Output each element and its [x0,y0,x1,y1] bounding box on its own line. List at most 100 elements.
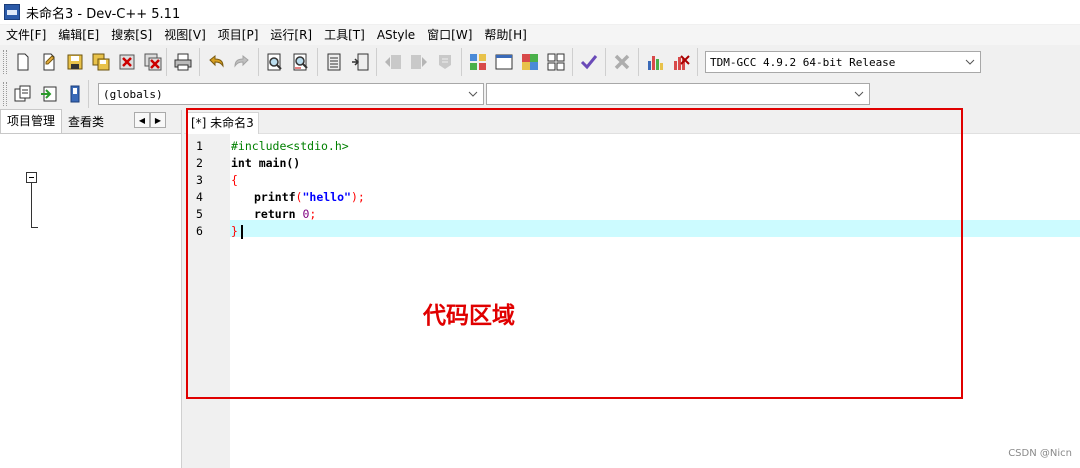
compile-icon [470,54,486,70]
tab-scroll-buttons: ◀ ▶ [134,112,166,128]
fold-toggle-icon[interactable] [26,172,37,183]
add-to-project-button[interactable] [37,82,61,106]
stop-execution-button[interactable] [610,50,634,74]
menu-project[interactable]: 项目[P] [212,25,265,45]
unindent-icon [411,55,427,69]
run-button[interactable] [492,50,516,74]
menu-tools[interactable]: 工具[T] [318,25,371,45]
goto-function-icon [352,53,369,71]
new-file-button[interactable] [11,50,35,74]
run-icon [495,54,513,70]
toggle-comment-button[interactable] [433,50,457,74]
project-panel: 项目管理 查看类 ◀ ▶ [0,109,182,468]
code-area-highlight-box [186,108,963,399]
scope-select[interactable]: (globals) [98,83,484,105]
window-title: 未命名3 - Dev-C++ 5.11 [26,6,181,22]
tab-scroll-left-button[interactable]: ◀ [134,112,150,128]
menu-help[interactable]: 帮助[H] [478,25,532,45]
save-button[interactable] [63,50,87,74]
save-all-button[interactable] [89,50,113,74]
toolbar-separator [199,48,258,76]
toolbar-separator [258,48,317,76]
menu-bar: 文件[F] 编辑[E] 搜索[S] 视图[V] 项目[P] 运行[R] 工具[T… [0,25,1080,45]
project-icon [14,85,31,102]
compile-button[interactable] [466,50,490,74]
menu-view[interactable]: 视图[V] [158,25,212,45]
checkmark-icon [580,55,598,70]
add-to-project-icon [41,86,57,102]
tab-scroll-right-button[interactable]: ▶ [150,112,166,128]
open-file-button[interactable] [37,50,61,74]
toolbar-separator [461,48,572,76]
toolbar-separator: TDM-GCC 4.9.2 64-bit Release [697,48,984,76]
menu-search[interactable]: 搜索[S] [105,25,158,45]
save-icon [67,54,83,70]
goto-line-icon [327,53,341,71]
close-file-button[interactable] [115,50,139,74]
chevron-down-icon [854,91,864,97]
goto-line-button[interactable] [322,50,346,74]
menu-run[interactable]: 运行[R] [264,25,318,45]
chevron-down-icon [468,91,478,97]
stop-x-icon [614,54,630,70]
close-all-icon [144,53,162,71]
code-area-annotation: 代码区域 [423,303,515,329]
close-all-button[interactable] [141,50,165,74]
printer-icon [174,53,192,71]
open-file-icon [43,53,55,71]
find-button[interactable] [263,50,287,74]
tab-class-browser[interactable]: 查看类 [62,111,110,133]
compile-run-button[interactable] [518,50,542,74]
toolbar-grip[interactable] [3,82,7,106]
menu-window[interactable]: 窗口[W] [421,25,478,45]
delete-profile-icon [674,55,690,70]
close-file-icon [119,54,135,70]
project-options-button[interactable] [63,82,87,106]
toolbar-separator [572,48,605,76]
member-select[interactable] [486,83,870,105]
delete-profile-button[interactable] [669,50,693,74]
goto-function-button[interactable] [348,50,372,74]
scope-select-value: (globals) [103,87,163,101]
toolbar-separator [166,48,199,76]
project-options-icon [70,85,80,103]
compiler-select-value: TDM-GCC 4.9.2 64-bit Release [710,55,896,69]
menu-astyle[interactable]: AStyle [371,25,421,45]
print-button[interactable] [171,50,195,74]
syntax-check-button[interactable] [577,50,601,74]
new-file-icon [17,53,29,71]
toolbar-separator [638,48,697,76]
toolbar-separator [605,48,638,76]
chevron-down-icon [965,59,975,65]
undo-icon [209,54,224,68]
main-toolbar: TDM-GCC 4.9.2 64-bit Release [0,46,1080,78]
bar-chart-icon [648,56,663,70]
chevron-left-icon: ◀ [138,115,146,125]
secondary-toolbar: (globals) [0,78,880,110]
menu-file[interactable]: 文件[F] [0,25,52,45]
project-panel-tabs: 项目管理 查看类 ◀ ▶ [0,109,181,134]
toolbar-grip[interactable] [3,50,7,74]
fold-guide-line [31,183,32,227]
compiler-select[interactable]: TDM-GCC 4.9.2 64-bit Release [705,51,981,73]
unindent-button[interactable] [407,50,431,74]
replace-button[interactable] [289,50,313,74]
redo-button[interactable] [230,50,254,74]
replace-icon [293,53,308,71]
title-bar: 未命名3 - Dev-C++ 5.11 [0,0,1080,24]
profile-button[interactable] [643,50,667,74]
indent-icon [385,55,401,69]
tab-project-manager[interactable]: 项目管理 [0,109,63,133]
new-project-button[interactable] [11,82,35,106]
redo-icon [234,54,249,68]
fold-guide-end [31,227,38,228]
watermark-text: CSDN @Nicn [1008,448,1072,459]
undo-button[interactable] [204,50,228,74]
rebuild-all-button[interactable] [544,50,568,74]
menu-edit[interactable]: 编辑[E] [52,25,105,45]
toolbar-separator [376,48,461,76]
save-all-icon [92,53,110,71]
indent-button[interactable] [381,50,405,74]
toolbar-separator: (globals) [88,80,873,108]
find-icon [267,53,282,71]
